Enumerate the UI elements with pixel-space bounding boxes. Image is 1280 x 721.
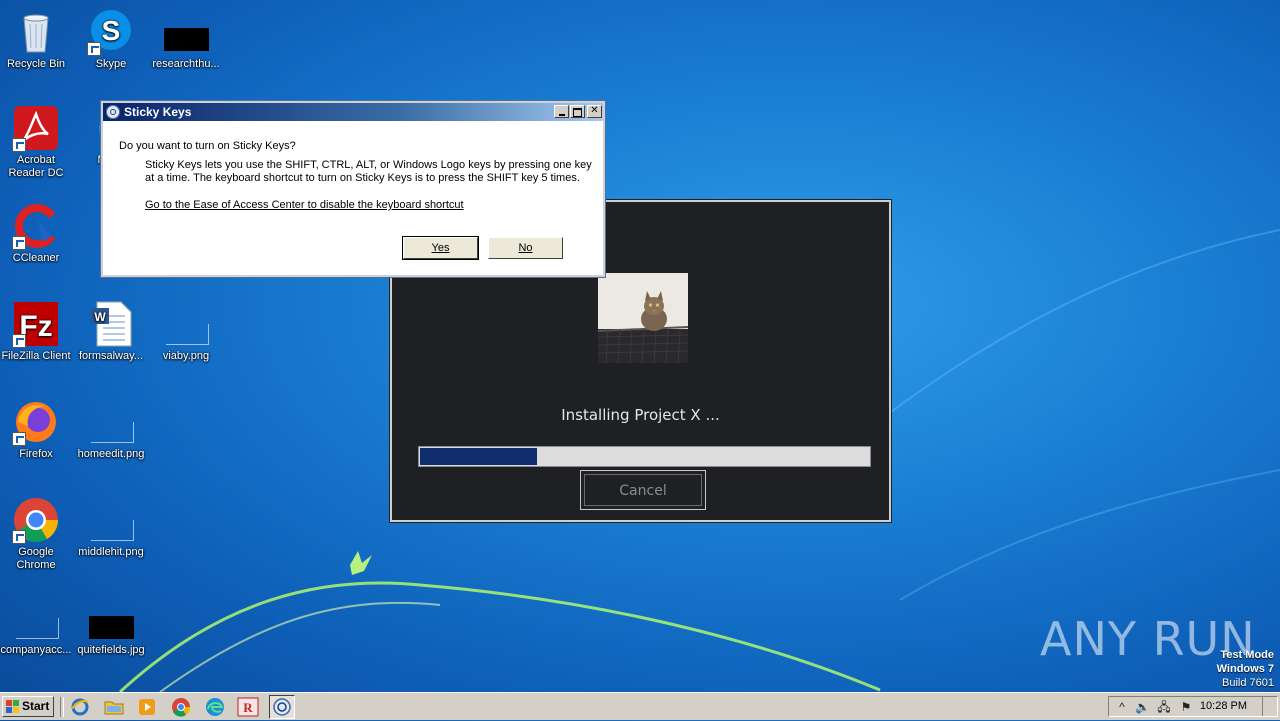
minimize-button[interactable]	[554, 105, 569, 118]
icon-label: Firefox	[19, 448, 53, 460]
black-file-icon	[87, 594, 135, 642]
svg-text:W: W	[94, 310, 106, 324]
action-center-flag-icon[interactable]: ⚑	[1179, 700, 1193, 714]
maximize-button[interactable]	[570, 105, 585, 118]
ccleaner-icon	[12, 202, 60, 250]
shortcut-arrow-icon	[12, 138, 26, 152]
icon-label: homeedit.png	[77, 448, 145, 460]
shortcut-arrow-icon	[12, 334, 26, 348]
internet-explorer-icon[interactable]	[70, 697, 90, 717]
test-mode-notice: Test Mode Windows 7 Build 7601	[1217, 648, 1274, 690]
image-file-icon	[87, 398, 135, 446]
no-label: No	[518, 242, 533, 254]
desktop-icon-chrome[interactable]: Google Chrome	[0, 496, 74, 572]
media-player-icon[interactable]	[137, 697, 157, 717]
word-doc-icon: W	[87, 300, 135, 348]
desktop-icon-formsalway[interactable]: W formsalway...	[73, 300, 149, 363]
desktop-icon-homeedit[interactable]: homeedit.png	[73, 398, 149, 461]
dialog-title: Sticky Keys	[124, 105, 192, 119]
network-icon[interactable]: 🖧	[1157, 700, 1171, 714]
desktop-icon-filezilla[interactable]: Fz FileZilla Client	[0, 300, 74, 363]
desktop-icon-ccleaner[interactable]: CCleaner	[0, 202, 74, 265]
svg-text:S: S	[102, 15, 121, 46]
icon-label: Google Chrome	[16, 546, 56, 571]
cancel-label: Cancel	[584, 474, 702, 506]
clock[interactable]: 10:28 PM	[1200, 700, 1247, 712]
taskbar-separator	[60, 697, 64, 717]
process-icon[interactable]: R	[237, 697, 259, 717]
svg-text:R: R	[243, 700, 253, 715]
progress-fill	[420, 448, 537, 465]
icon-label: formsalway...	[79, 350, 143, 362]
icon-label: Acrobat Reader DC	[8, 154, 64, 179]
ease-of-access-link[interactable]: Go to the Ease of Access Center to disab…	[145, 199, 464, 211]
ease-of-access-icon	[273, 698, 291, 716]
recycle-bin-icon	[12, 8, 60, 56]
install-status-text: Installing Project X ...	[561, 406, 720, 424]
desktop-icon-viaby[interactable]: viaby.png	[148, 300, 224, 363]
desktop-icon-middlehit[interactable]: middlehit.png	[73, 496, 149, 559]
image-file-icon	[162, 300, 210, 348]
close-button[interactable]: ✕	[587, 105, 602, 118]
install-progress-bar	[418, 446, 871, 467]
windows-flag-icon	[6, 700, 19, 713]
taskbar: Start R ^ 🔈 🖧 ⚑ 10:28 PM	[0, 692, 1280, 720]
icon-label: companyacc...	[0, 644, 72, 656]
icon-label: FileZilla Client	[1, 350, 71, 362]
maximize-icon	[573, 108, 582, 117]
chrome-icon	[12, 496, 60, 544]
icon-label: Skype	[95, 58, 127, 70]
close-icon: ✕	[590, 105, 599, 116]
filezilla-icon: Fz	[12, 300, 60, 348]
desktop-icon-skype[interactable]: S Skype	[73, 8, 149, 71]
edge-icon[interactable]	[205, 697, 225, 717]
test-mode-line: Test Mode	[1220, 649, 1274, 661]
build-line: Build 7601	[1222, 677, 1274, 689]
ease-of-access-icon	[106, 105, 120, 119]
icon-label: Recycle Bin	[6, 58, 66, 70]
shortcut-arrow-icon	[87, 42, 101, 56]
explorer-icon[interactable]	[104, 697, 124, 717]
title-bar[interactable]: Sticky Keys ✕	[103, 103, 603, 121]
file-icon	[12, 594, 60, 642]
image-file-icon	[87, 496, 135, 544]
shortcut-arrow-icon	[12, 236, 26, 250]
shortcut-arrow-icon	[12, 530, 26, 544]
system-tray: ^ 🔈 🖧 ⚑ 10:28 PM	[1108, 696, 1278, 717]
shortcut-arrow-icon	[12, 432, 26, 446]
no-button[interactable]: No	[488, 237, 563, 259]
black-file-icon	[162, 8, 210, 56]
windows-version-line: Windows 7	[1216, 663, 1274, 675]
icon-label: CCleaner	[12, 252, 60, 264]
yes-label: Yes	[431, 242, 450, 254]
desktop-icon-recycle-bin[interactable]: Recycle Bin	[0, 8, 74, 71]
icon-label: researchthu...	[152, 58, 220, 70]
sticky-keys-question: Do you want to turn on Sticky Keys?	[119, 140, 296, 152]
cancel-button[interactable]: Cancel	[580, 470, 706, 510]
start-label: Start	[22, 699, 50, 713]
icon-label: viaby.png	[162, 350, 210, 362]
yes-button[interactable]: Yes	[402, 236, 479, 260]
sticky-keys-description: Sticky Keys lets you use the SHIFT, CTRL…	[145, 159, 592, 184]
volume-icon[interactable]: 🔈	[1135, 700, 1150, 714]
minimize-icon	[558, 114, 565, 116]
sticky-keys-taskbar-button[interactable]	[269, 695, 295, 719]
desktop-icon-quitefields[interactable]: quitefields.jpg	[73, 594, 149, 657]
desktop-icon-firefox[interactable]: Firefox	[0, 398, 74, 461]
icon-label: middlehit.png	[78, 546, 144, 558]
acrobat-icon	[12, 104, 60, 152]
skype-icon: S	[87, 8, 135, 56]
desktop-icon-companyacc[interactable]: companyacc...	[0, 594, 74, 657]
desktop-icon-acrobat[interactable]: Acrobat Reader DC	[0, 104, 74, 180]
icon-label: quitefields.jpg	[77, 644, 145, 656]
show-hidden-icons-icon[interactable]: ^	[1115, 700, 1129, 714]
start-button[interactable]: Start	[2, 696, 54, 717]
sticky-keys-dialog: Sticky Keys ✕ Do you want to turn on Sti…	[100, 100, 606, 278]
desktop-icon-researchthu[interactable]: researchthu...	[148, 8, 224, 71]
chrome-icon[interactable]	[171, 697, 191, 717]
show-desktop-button[interactable]	[1262, 697, 1277, 716]
cat-image	[598, 273, 688, 363]
firefox-icon	[12, 398, 60, 446]
